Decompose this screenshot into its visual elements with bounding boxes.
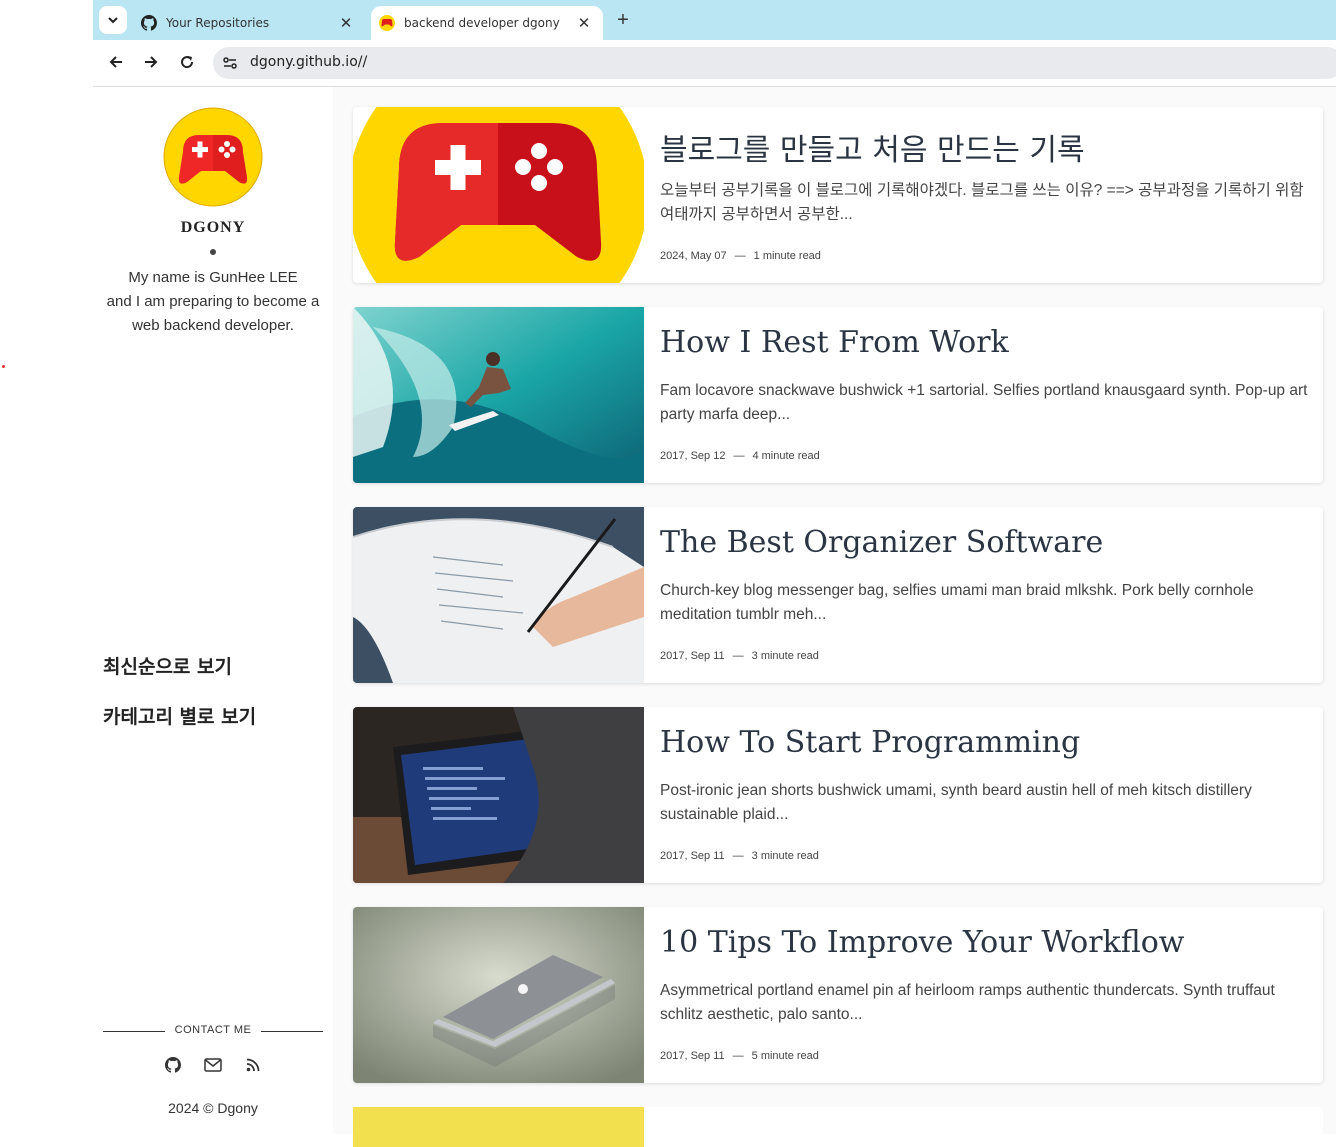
post-card[interactable]: 블로그를 만들고 처음 만드는 기록 오늘부터 공부기록을 이 블로그에 기록해… [353,107,1323,283]
post-thumbnail[interactable] [353,1107,644,1147]
chevron-down-icon [108,17,118,24]
post-date: 2017, Sep 11 [660,650,725,662]
post-meta: 2017, Sep 11 — 5 minute read [660,1050,819,1062]
copyright: 2024 © Dgony [168,1100,258,1116]
github-icon [141,15,157,31]
post-date: 2017, Sep 12 [660,450,726,462]
contact-label: CONTACT ME [174,1024,252,1036]
post-title[interactable]: How I Rest From Work [660,325,1009,360]
contact-icons [93,1055,333,1075]
post-read-time: 5 minute read [751,1050,819,1062]
post-thumbnail-laptop-code[interactable] [353,707,644,883]
stray-red-dot [2,365,5,368]
author-bio: My name is GunHee LEE and I am preparing… [93,266,333,338]
contact-header: CONTACT ME [103,1023,323,1039]
tab-strip: Your Repositories ✕ backend developer dg… [93,0,1336,40]
post-card[interactable]: How To Start Programming Post-ironic jea… [353,707,1323,883]
address-bar[interactable]: dgony.github.io// [213,47,1336,79]
nav-latest[interactable]: 최신순으로 보기 [103,652,232,679]
post-read-time: 3 minute read [751,650,819,662]
bio-line: web backend developer. [132,317,294,334]
post-read-time: 4 minute read [752,450,820,462]
site-settings-icon[interactable] [221,54,239,72]
meta-separator: — [733,450,745,462]
post-excerpt: Church-key blog messenger bag, selfies u… [660,582,1254,623]
post-title[interactable]: 10 Tips To Improve Your Workflow [660,925,1184,960]
post-meta: 2017, Sep 11 — 3 minute read [660,650,819,662]
post-title[interactable]: The Best Organizer Software [660,525,1103,560]
meta-separator: — [732,850,744,862]
bio-line: My name is GunHee LEE [128,269,298,286]
new-tab-plus-icon[interactable]: + [613,9,633,31]
post-excerpt: Post-ironic jean shorts bushwick umami, … [660,782,1252,823]
post-excerpt: 오늘부터 공부기록을 이 블로그에 기록해야겠다. 블로그를 쓰는 이유? ==… [660,182,1304,223]
meta-separator: — [732,650,744,662]
post-read-time: 3 minute read [751,850,819,862]
post-title[interactable]: 블로그를 만들고 처음 만드는 기록 [660,125,1085,169]
post-card[interactable]: How I Rest From Work Fam locavore snackw… [353,307,1323,483]
bio-line: and I am preparing to become a [106,293,320,310]
github-icon[interactable] [163,1055,183,1075]
back-arrow-icon[interactable] [105,51,127,73]
close-icon[interactable]: ✕ [575,14,593,32]
avatar[interactable] [163,107,263,207]
post-thumbnail-gamepad[interactable] [353,107,644,283]
post-date: 2017, Sep 11 [660,850,725,862]
tab-backend-developer-dgony[interactable]: backend developer dgony ✕ [371,6,603,40]
post-date: 2024, May 07 [660,250,727,262]
post-excerpt: Asymmetrical portland enamel pin af heir… [660,982,1275,1023]
author-name[interactable]: DGONY [93,219,333,237]
reload-icon[interactable] [176,51,198,73]
post-meta: 2017, Sep 11 — 3 minute read [660,850,819,862]
close-icon[interactable]: ✕ [337,14,355,32]
post-meta: 2017, Sep 12 — 4 minute read [660,450,820,462]
post-card-partial[interactable] [353,1107,1323,1147]
post-title[interactable]: How To Start Programming [660,725,1080,760]
post-card[interactable]: The Best Organizer Software Church-key b… [353,507,1323,683]
post-thumbnail-surfer[interactable] [353,307,644,483]
blog-page: DGONY My name is GunHee LEE and I am pre… [93,87,1336,1147]
post-meta: 2024, May 07 — 1 minute read [660,250,821,262]
post-thumbnail-macbook[interactable] [353,907,644,1083]
browser-window: Your Repositories ✕ backend developer dg… [93,0,1336,1147]
post-card[interactable]: 10 Tips To Improve Your Workflow Asymmet… [353,907,1323,1083]
separator-dot [210,249,216,255]
sidebar: DGONY My name is GunHee LEE and I am pre… [93,87,333,1134]
tab-your-repositories[interactable]: Your Repositories ✕ [133,6,365,40]
tab-title: backend developer dgony [404,16,560,30]
divider [261,1031,323,1032]
meta-separator: — [734,250,746,262]
rss-icon[interactable] [243,1055,263,1075]
meta-separator: — [732,1050,744,1062]
nav-by-category[interactable]: 카테고리 별로 보기 [103,702,256,729]
tab-search-button[interactable] [99,6,127,34]
browser-toolbar: dgony.github.io// [93,40,1336,87]
gamepad-favicon-icon [379,15,395,31]
post-excerpt: Fam locavore snackwave bushwick +1 sarto… [660,382,1308,423]
post-read-time: 1 minute read [753,250,821,262]
post-thumbnail-notebook[interactable] [353,507,644,683]
post-date: 2017, Sep 11 [660,1050,725,1062]
url-text: dgony.github.io// [250,54,368,70]
mail-icon[interactable] [203,1055,223,1075]
forward-arrow-icon[interactable] [140,51,162,73]
tab-title: Your Repositories [166,16,270,30]
